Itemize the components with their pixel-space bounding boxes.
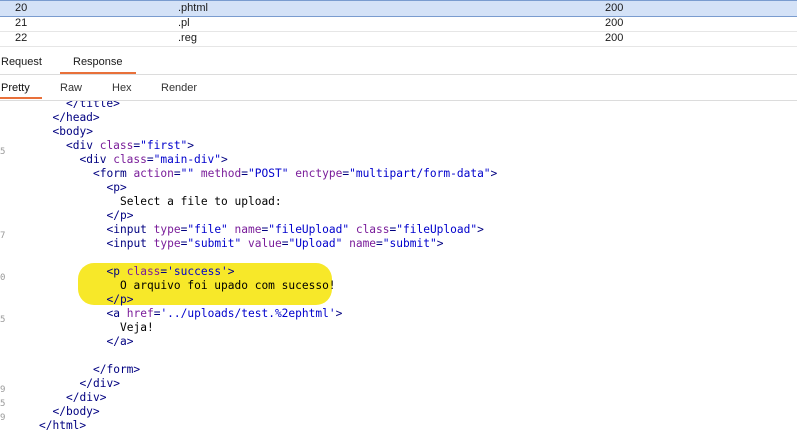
code-line: </div> [79, 377, 120, 390]
gutter-mark: 9 [0, 385, 6, 395]
tab-render[interactable]: Render [161, 82, 197, 94]
code-line: <p class='success'> [106, 265, 235, 278]
code-line: Select a file to upload: [120, 195, 282, 208]
tab-request[interactable]: Request [1, 56, 42, 68]
gutter-mark: 9 [0, 413, 6, 423]
gutter-mark: 5 [0, 147, 6, 157]
code-line: </p> [106, 293, 134, 306]
code-line: <div class="main-div"> [79, 153, 228, 166]
table-row[interactable]: 21 .pl 200 [0, 16, 797, 32]
row-id: 20 [15, 2, 28, 14]
gutter-mark: 5 [0, 315, 6, 325]
code-line: <body> [52, 125, 93, 138]
table-row[interactable]: 20 .phtml 200 [0, 0, 797, 17]
code-line: </html> [39, 419, 87, 432]
message-tabs: Request Response [0, 52, 797, 75]
table-row[interactable]: 22 .reg 200 [0, 31, 797, 47]
row-status: 200 [605, 2, 624, 14]
code-line: </a> [106, 335, 134, 348]
results-table: 20 .phtml 200 21 .pl 200 22 .reg 200 [0, 0, 797, 47]
code-line: <a href='../uploads/test.%2ephtml'> [106, 307, 343, 320]
code-line: </p> [106, 209, 134, 222]
code-line: </body> [52, 405, 100, 418]
code-line: <input type="file" name="fileUpload" cla… [106, 223, 484, 236]
gutter-mark: 5 [0, 399, 6, 409]
line-gutter: 5 7 0 5 9 5 9 [0, 101, 8, 432]
code-line: Veja! [120, 321, 154, 334]
code-line: </title> [66, 101, 120, 110]
code-line: <div class="first"> [66, 139, 195, 152]
tab-response[interactable]: Response [60, 56, 135, 74]
code-line: <form action="" method="POST" enctype="m… [93, 167, 498, 180]
row-status: 200 [605, 32, 624, 44]
tab-pretty[interactable]: Pretty [0, 82, 42, 99]
tab-hex[interactable]: Hex [112, 82, 132, 94]
row-status: 200 [605, 17, 624, 29]
code-line: <input type="submit" value="Upload" name… [106, 237, 444, 250]
row-payload: .phtml [178, 2, 208, 14]
row-payload: .reg [178, 32, 197, 44]
code-line: O arquivo foi upado com sucesso! [120, 279, 336, 292]
tab-raw[interactable]: Raw [60, 82, 82, 94]
row-id: 22 [15, 32, 28, 44]
row-payload: .pl [178, 17, 190, 29]
gutter-mark: 0 [0, 273, 6, 283]
response-code-view[interactable]: 5 7 0 5 9 5 9 </title> </head> <body> <div … [0, 101, 797, 432]
row-id: 21 [15, 17, 28, 29]
code-line: </form> [93, 363, 141, 376]
view-tabs: Pretty Raw Hex Render [0, 78, 797, 101]
code-line: <p> [106, 181, 127, 194]
code-line: </head> [52, 111, 100, 124]
gutter-mark: 7 [0, 231, 6, 241]
code-line: </div> [66, 391, 107, 404]
